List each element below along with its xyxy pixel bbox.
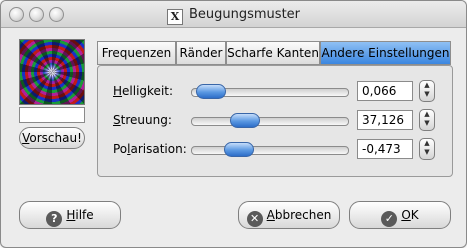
preview-button[interactable]: Vorschau!: [19, 127, 85, 149]
help-button-label: ilfe: [75, 208, 94, 222]
brightness-spin-buttons[interactable]: ▲ ▼: [419, 80, 435, 102]
scattering-slider-thumb[interactable]: [230, 113, 261, 128]
preview-button-label: orschau!: [29, 131, 82, 145]
ok-button[interactable]: ✓ OK: [349, 201, 451, 229]
polarization-slider[interactable]: [191, 142, 349, 157]
scattering-label: Streuung:: [113, 113, 172, 127]
help-icon: ?: [46, 211, 63, 227]
tab-andere-einstellungen[interactable]: Andere Einstellungen: [320, 41, 451, 65]
chevron-up-icon[interactable]: ▲: [424, 81, 429, 89]
polarization-label: Polarisation:: [113, 142, 187, 156]
title-bar[interactable]: X Beugungsmuster: [1, 1, 466, 28]
tab-label: Andere Einstellungen: [321, 46, 450, 60]
plugin-dialog-window: X Beugungsmuster Vorschau! Frequenzen Rän…: [0, 0, 467, 248]
tab-label: Scharfe Kanten: [227, 46, 319, 60]
brightness-slider-thumb[interactable]: [195, 84, 226, 99]
cancel-icon: ✕: [246, 211, 263, 227]
cancel-button[interactable]: ✕ Abbrechen: [238, 201, 340, 229]
tab-frequenzen[interactable]: Frequenzen: [97, 41, 176, 65]
tab-scharfe-kanten[interactable]: Scharfe Kanten: [226, 41, 320, 65]
cancel-button-mnemonic: A: [266, 208, 275, 222]
chevron-down-icon[interactable]: ▼: [424, 119, 429, 127]
tab-raender[interactable]: Ränder: [176, 41, 226, 65]
window-title-container: X Beugungsmuster: [1, 7, 466, 25]
scattering-input[interactable]: [357, 110, 413, 130]
checkmark-icon: ✓: [381, 211, 398, 227]
brightness-slider[interactable]: [191, 84, 349, 99]
scattering-label-text: treuung:: [120, 113, 172, 127]
polarization-spin-buttons[interactable]: ▲ ▼: [419, 138, 435, 160]
brightness-label-mnemonic: H: [113, 84, 123, 98]
ok-button-label: K: [410, 208, 419, 222]
brightness-label: Helligkeit:: [113, 84, 173, 98]
x11-app-icon: X: [166, 9, 183, 25]
window-title: Beugungsmuster: [188, 7, 301, 22]
help-button[interactable]: ? Hilfe: [19, 201, 121, 229]
ok-button-mnemonic: O: [401, 208, 411, 222]
scattering-slider[interactable]: [191, 113, 349, 128]
chevron-up-icon[interactable]: ▲: [424, 139, 429, 147]
tab-label: Frequenzen: [101, 46, 172, 60]
chevron-down-icon[interactable]: ▼: [424, 148, 429, 156]
cancel-button-label: bbrechen: [274, 208, 332, 222]
brightness-label-text: elligkeit:: [122, 84, 174, 98]
tab-label: Ränder: [179, 46, 223, 60]
polarization-slider-thumb[interactable]: [223, 142, 254, 157]
polarization-label-prefix: Po: [113, 142, 128, 156]
scattering-label-mnemonic: S: [113, 113, 121, 127]
preview-progress-bar: [19, 107, 85, 123]
diffraction-pattern-preview: [19, 39, 85, 105]
chevron-down-icon[interactable]: ▼: [424, 90, 429, 98]
scattering-spin-buttons[interactable]: ▲ ▼: [419, 109, 435, 131]
brightness-input[interactable]: [357, 81, 413, 101]
chevron-up-icon[interactable]: ▲: [424, 110, 429, 118]
polarization-label-text: arisation:: [130, 142, 187, 156]
polarization-input[interactable]: [357, 139, 413, 159]
